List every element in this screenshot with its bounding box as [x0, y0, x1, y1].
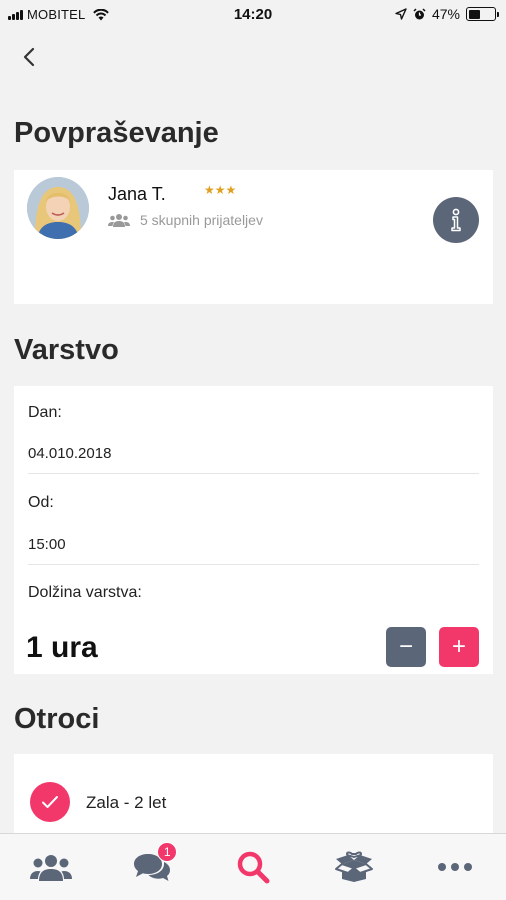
divider: [28, 473, 479, 474]
search-icon: [237, 851, 270, 884]
child-label: Zala - 2 let: [86, 793, 167, 812]
rating-stars: ★★★: [204, 183, 237, 197]
info-icon: [451, 208, 461, 232]
status-bar: MOBITEL 14:20 47%: [0, 0, 506, 30]
duration-label: Dolžina varstva:: [28, 584, 142, 601]
request-section-title: Povpraševanje: [14, 117, 219, 149]
unread-badge: 1: [157, 842, 178, 862]
back-button[interactable]: [14, 42, 44, 72]
shift-section-title: Varstvo: [14, 334, 119, 366]
child-checkbox[interactable]: [30, 782, 70, 822]
shift-card: Dan: 04.010.2018 Od: 15:00 Dolžina varst…: [14, 386, 493, 674]
location-arrow-icon: [395, 8, 407, 20]
info-button[interactable]: [433, 197, 479, 243]
tab-box[interactable]: [304, 834, 405, 900]
children-section-title: Otroci: [14, 703, 100, 735]
divider: [28, 564, 479, 565]
checkmark-icon: [42, 796, 58, 808]
user-name: Jana T.: [108, 184, 166, 204]
increase-duration-button[interactable]: +: [439, 627, 479, 667]
decrease-duration-button[interactable]: −: [386, 627, 426, 667]
tab-bar: 1: [0, 833, 506, 900]
battery-fill: [468, 9, 481, 19]
mutual-friends: 5 skupnih prijateljev: [108, 212, 263, 228]
avatar[interactable]: [27, 177, 89, 239]
children-card: Zala - 2 let: [14, 754, 493, 834]
battery-icon: [466, 7, 499, 21]
duration-value: 1 ura: [26, 631, 98, 664]
more-icon: [438, 863, 473, 871]
mutual-friends-label: 5 skupnih prijateljev: [140, 212, 263, 228]
users-icon: [108, 214, 130, 227]
tab-messages[interactable]: 1: [101, 834, 202, 900]
from-value[interactable]: 15:00: [28, 536, 66, 553]
request-card: Jana T. ★★★ 5 skupnih prijateljev: [14, 170, 493, 304]
tab-search[interactable]: [202, 834, 303, 900]
day-label: Dan:: [28, 404, 62, 421]
status-right: 47%: [395, 6, 499, 22]
day-value[interactable]: 04.010.2018: [28, 445, 111, 462]
users-icon: [29, 855, 72, 881]
tab-more[interactable]: [405, 834, 506, 900]
battery-percent: 47%: [431, 6, 460, 22]
tab-friends[interactable]: [0, 834, 101, 900]
chevron-left-icon: [23, 47, 35, 67]
alarm-icon: [413, 7, 426, 19]
box-icon: [335, 851, 374, 882]
from-label: Od:: [28, 494, 54, 511]
